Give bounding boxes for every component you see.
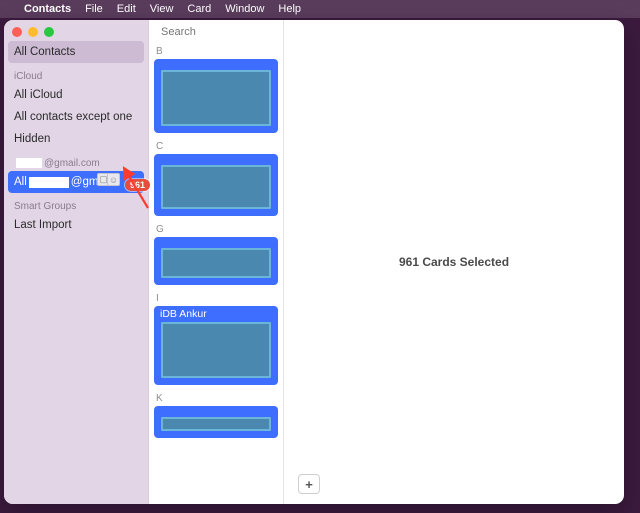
gmail-all-label: All [14,176,27,188]
drag-stack-icon: ▢ ☺ [100,173,120,186]
section-head-k: K [154,391,278,406]
menu-help[interactable]: Help [278,3,301,15]
add-button[interactable]: + [298,474,320,494]
section-head-b: B [154,44,278,59]
sidebar-head-gmail: @gmail.com [4,150,148,171]
section-head-g: G [154,222,278,237]
fullscreen-icon[interactable] [44,27,54,37]
menu-app[interactable]: Contacts [24,3,71,15]
count-badge: 961 [125,179,150,191]
section-head-i: I [154,291,278,306]
sidebar-item-last-import[interactable]: Last Import [4,214,148,236]
search-input[interactable] [161,26,303,38]
section-head-c: C [154,139,278,154]
selection-count-text: 961 Cards Selected [399,255,509,269]
menu-view[interactable]: View [150,3,174,15]
menu-window[interactable]: Window [225,3,264,15]
minimize-icon[interactable] [28,27,38,37]
close-icon[interactable] [12,27,22,37]
list-item[interactable] [154,406,278,438]
menu-file[interactable]: File [85,3,103,15]
search-field[interactable] [149,20,283,44]
sidebar: All Contacts iCloud All iCloud All conta… [4,20,149,504]
sidebar-item-all-gmail[interactable]: All @gmail.c ▢ ☺ 961 [8,171,144,193]
sidebar-item-all-icloud[interactable]: All iCloud [4,84,148,106]
menubar: Contacts File Edit View Card Window Help [0,0,640,18]
list-item[interactable] [154,154,278,216]
redacted-text [29,177,69,188]
plus-icon: + [305,477,313,492]
list-item[interactable] [154,237,278,285]
list-body[interactable]: B C G I iDB Ankur K [149,44,283,504]
contacts-list: B C G I iDB Ankur K [149,20,284,504]
vcard-icon: ☺ [107,173,120,186]
sidebar-item-all-contacts[interactable]: All Contacts [8,41,144,63]
redacted-text [16,158,42,168]
detail-pane: 961 Cards Selected + [284,20,624,504]
menu-card[interactable]: Card [187,3,211,15]
window-controls [4,24,148,41]
sidebar-head-icloud: iCloud [4,63,148,84]
sidebar-item-except-one[interactable]: All contacts except one [4,106,148,128]
list-item[interactable] [154,59,278,133]
sidebar-item-hidden[interactable]: Hidden [4,128,148,150]
contacts-window: All Contacts iCloud All iCloud All conta… [4,20,624,504]
sidebar-head-smart: Smart Groups [4,193,148,214]
list-item-label: iDB Ankur [154,306,278,322]
menu-edit[interactable]: Edit [117,3,136,15]
list-item-idb-ankur[interactable]: iDB Ankur [154,306,278,385]
